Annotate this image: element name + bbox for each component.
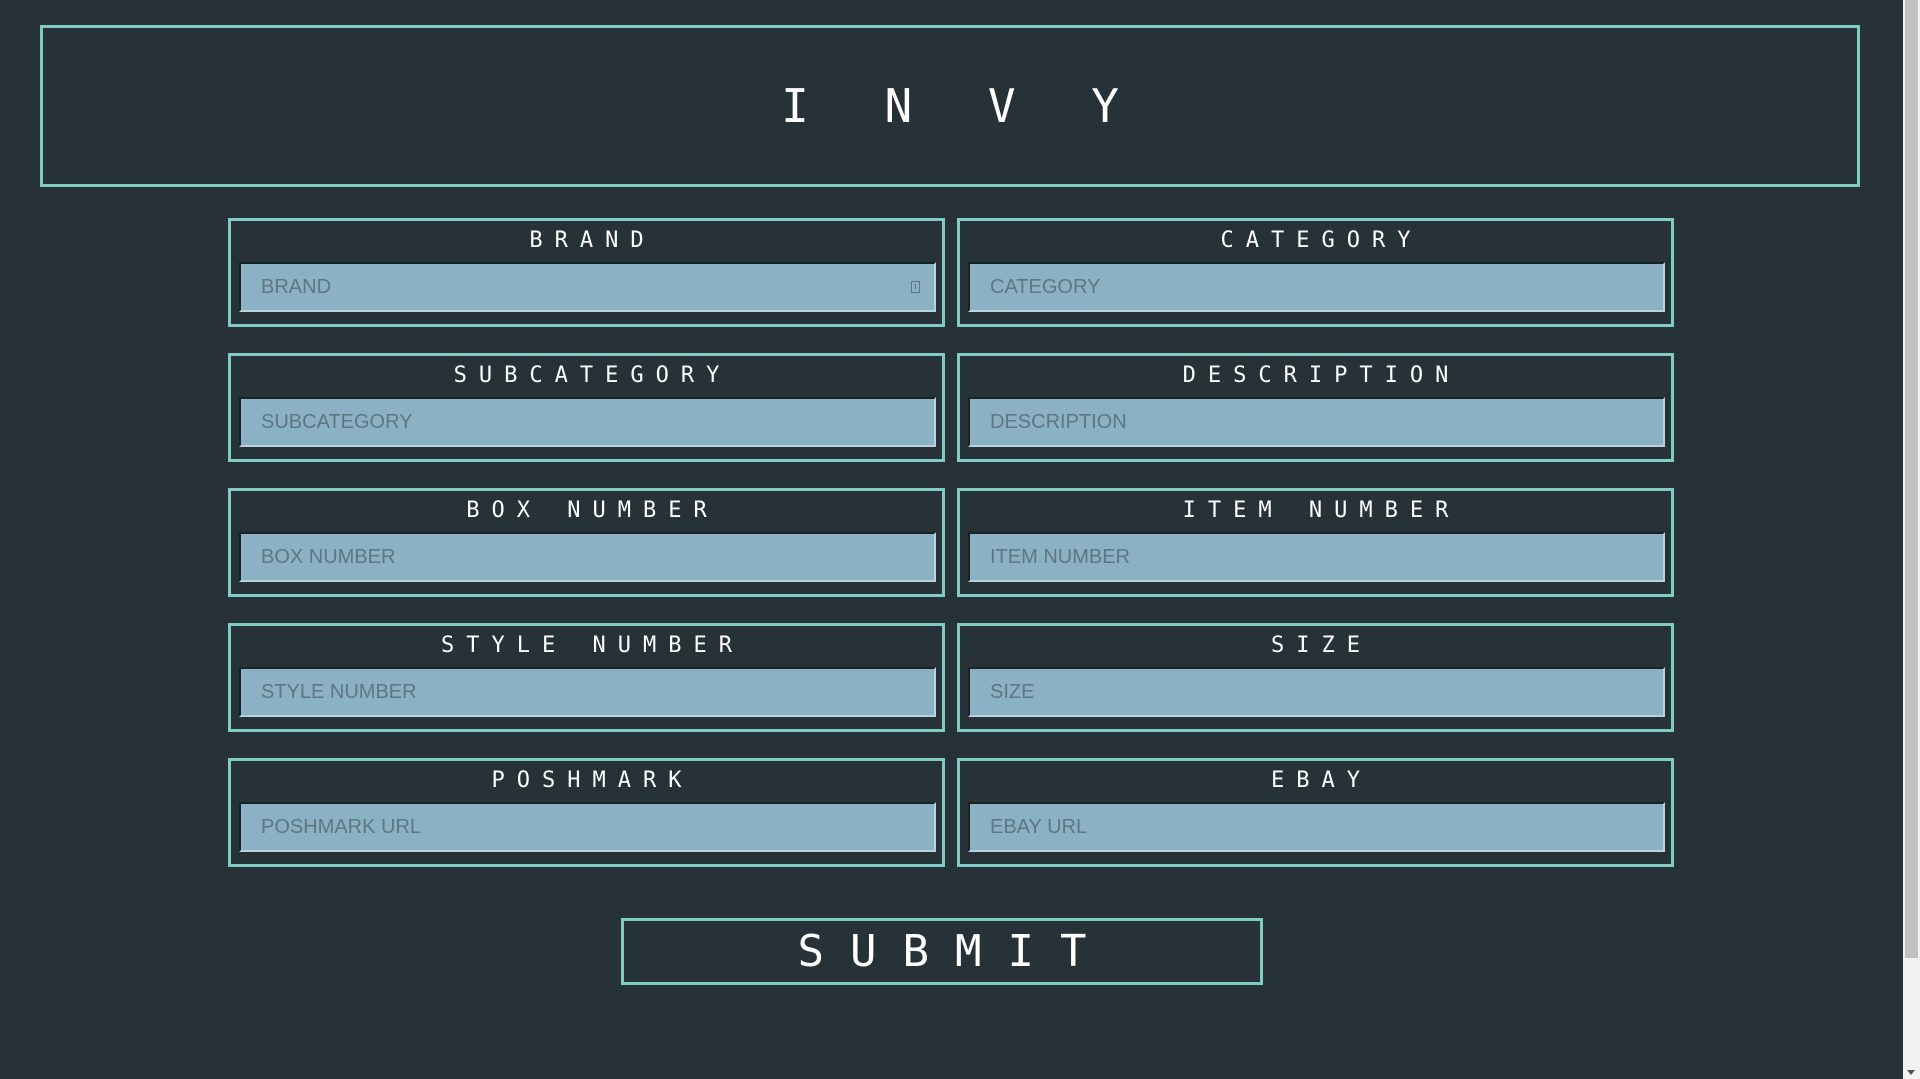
size-input[interactable] (968, 667, 1665, 717)
item-number-label: ITEM NUMBER (1182, 498, 1461, 523)
submit-button[interactable]: SUBMIT (621, 918, 1263, 985)
category-input[interactable] (968, 262, 1665, 312)
box-number-label: BOX NUMBER (466, 498, 719, 523)
app-header: I N V Y (40, 25, 1860, 187)
item-number-field: ITEM NUMBER (957, 488, 1674, 597)
chevron-down-icon[interactable] (1907, 1070, 1915, 1075)
poshmark-field: POSHMARK (228, 758, 945, 867)
brand-input[interactable] (239, 262, 936, 312)
subcategory-field: SUBCATEGORY (228, 353, 945, 462)
poshmark-label: POSHMARK (491, 768, 694, 793)
description-field: DESCRIPTION (957, 353, 1674, 462)
style-number-label: STYLE NUMBER (441, 633, 744, 658)
box-number-input[interactable] (239, 532, 936, 582)
box-number-field: BOX NUMBER (228, 488, 945, 597)
style-number-field: STYLE NUMBER (228, 623, 945, 732)
category-field: CATEGORY (957, 218, 1674, 327)
description-label: DESCRIPTION (1182, 363, 1461, 388)
app-title: I N V Y (781, 79, 1143, 133)
inventory-form: BRAND CATEGORY SUBCATEGORY DESCRIPTION B… (228, 218, 1674, 867)
description-input[interactable] (968, 397, 1665, 447)
contact-card-icon[interactable] (911, 281, 920, 293)
ebay-url-input[interactable] (968, 802, 1665, 852)
subcategory-input[interactable] (239, 397, 936, 447)
category-label: CATEGORY (1220, 228, 1423, 253)
scrollbar-thumb[interactable] (1905, 0, 1918, 958)
page: I N V Y BRAND CATEGORY SUBCATEGORY DESCR… (0, 0, 1920, 1079)
item-number-input[interactable] (968, 532, 1665, 582)
brand-label: BRAND (529, 228, 656, 253)
page-scrollbar[interactable] (1903, 0, 1920, 1079)
size-label: SIZE (1271, 633, 1372, 658)
poshmark-url-input[interactable] (239, 802, 936, 852)
size-field: SIZE (957, 623, 1674, 732)
ebay-label: EBAY (1271, 768, 1372, 793)
ebay-field: EBAY (957, 758, 1674, 867)
brand-field: BRAND (228, 218, 945, 327)
style-number-input[interactable] (239, 667, 936, 717)
subcategory-label: SUBCATEGORY (453, 363, 732, 388)
